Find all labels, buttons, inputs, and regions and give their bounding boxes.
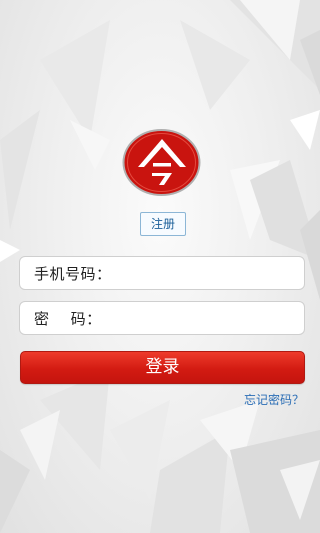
phone-input[interactable] (111, 257, 310, 289)
phone-field[interactable]: 手机号码： (19, 256, 310, 290)
phone-label: 手机号码： (34, 264, 112, 283)
register-button[interactable]: 注册 (140, 212, 186, 236)
password-field[interactable]: 密 码： (19, 301, 305, 335)
forgot-password-link[interactable]: 忘记密码？ (244, 391, 304, 408)
password-input[interactable] (101, 302, 304, 334)
password-label: 密 码： (34, 309, 102, 328)
app-logo-icon (122, 129, 201, 196)
login-button[interactable]: 登录 (20, 351, 305, 384)
